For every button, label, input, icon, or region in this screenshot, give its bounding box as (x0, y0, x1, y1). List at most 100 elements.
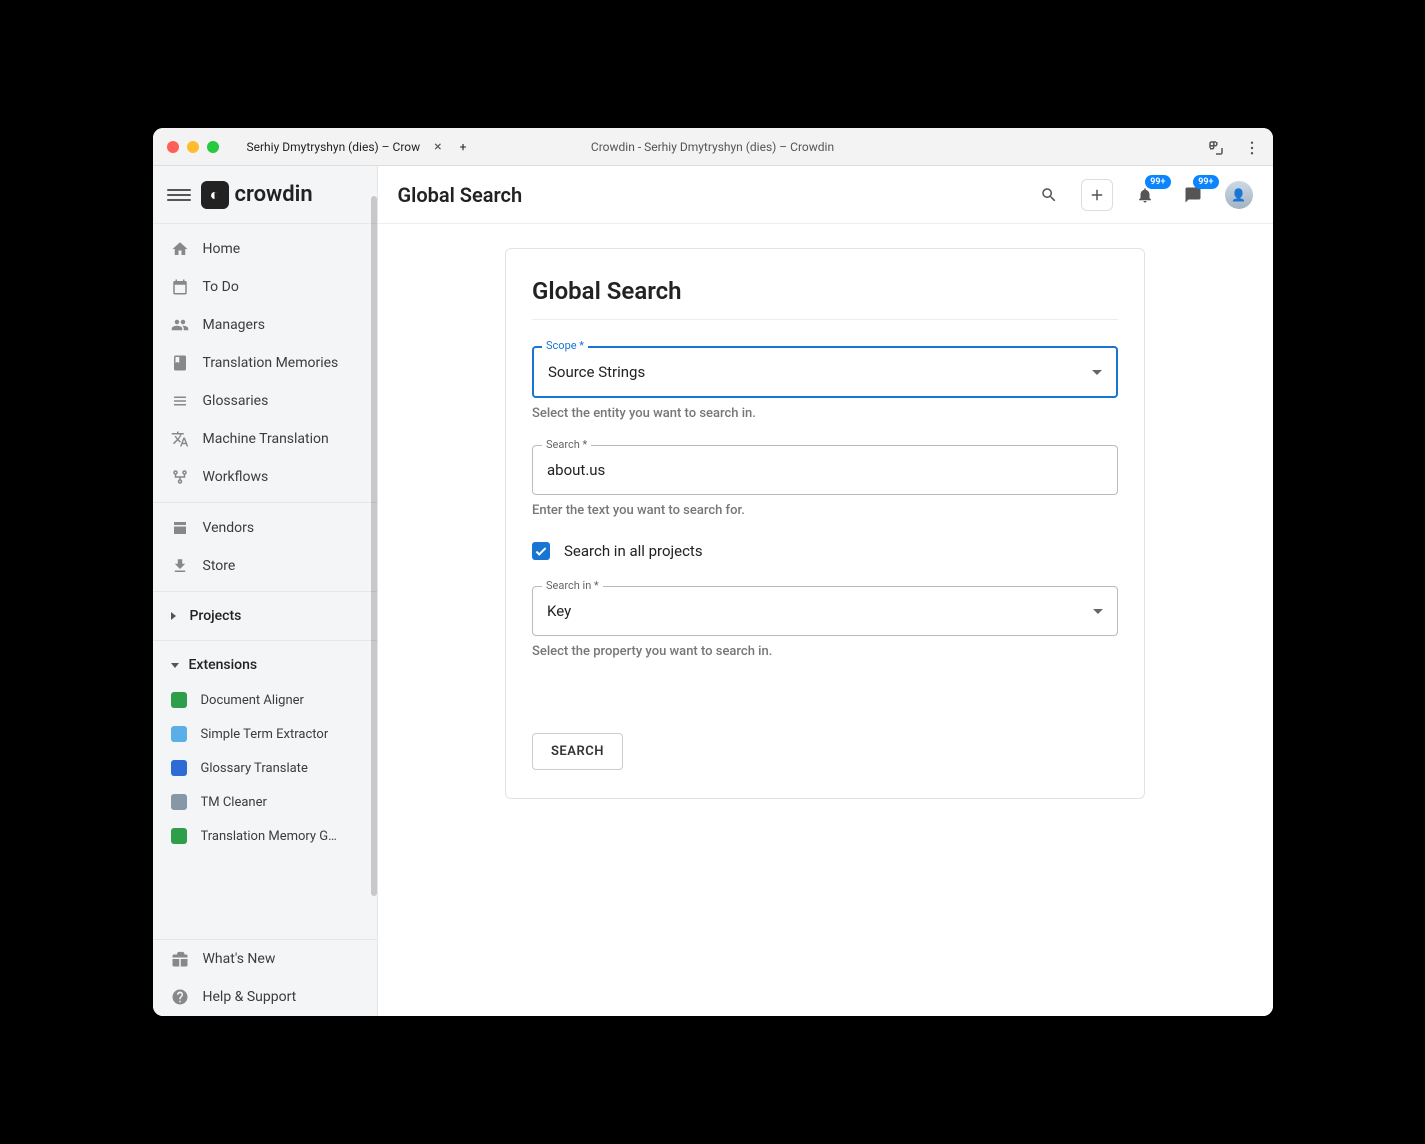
sidebar-footer: What's New Help & Support (153, 939, 377, 1016)
layers-icon (171, 392, 189, 410)
sidebar-item-todo[interactable]: To Do (153, 268, 377, 306)
chevron-down-icon (1092, 370, 1102, 375)
sidebar: ◐ crowdin Home To Do Managers Translatio… (153, 166, 378, 1016)
search-icon (1040, 186, 1058, 204)
sidebar-item-glossaries[interactable]: Glossaries (153, 382, 377, 420)
sidebar-item-managers[interactable]: Managers (153, 306, 377, 344)
download-icon (171, 557, 189, 575)
search-all-projects-row: Search in all projects (532, 542, 1118, 560)
search-all-projects-checkbox[interactable] (532, 542, 550, 560)
translate-icon (171, 430, 189, 448)
searchin-label: Search in * (542, 579, 603, 592)
search-input[interactable] (532, 445, 1118, 495)
search-button[interactable]: SEARCH (532, 733, 623, 770)
sidebar-item-label: Translation Memories (203, 355, 339, 371)
sidebar-item-label: What's New (203, 951, 276, 967)
hamburger-menu-button[interactable] (167, 183, 191, 207)
browser-window: Serhiy Dmytryshyn (dies) – Crow × + Crow… (153, 128, 1273, 1016)
caret-right-icon (171, 612, 180, 620)
sidebar-item-mt[interactable]: Machine Translation (153, 420, 377, 458)
notification-badge: 99+ (1145, 175, 1170, 189)
content: Global Search Scope * Source Strings Sel… (378, 224, 1273, 823)
sidebar-extension-document-aligner[interactable]: Document Aligner (153, 683, 377, 717)
sidebar-item-label: Vendors (203, 520, 255, 536)
sidebar-scrollbar[interactable] (371, 196, 377, 896)
extension-badge-icon (171, 828, 187, 844)
create-button[interactable] (1081, 179, 1113, 211)
app-shell: ◐ crowdin Home To Do Managers Translatio… (153, 166, 1273, 1016)
sidebar-extension-tm-cleaner[interactable]: TM Cleaner (153, 785, 377, 819)
sidebar-extension-glossary-translate[interactable]: Glossary Translate (153, 751, 377, 785)
sidebar-nav: Home To Do Managers Translation Memories… (153, 224, 377, 939)
avatar[interactable]: 👤 (1225, 181, 1253, 209)
searchin-helper: Select the property you want to search i… (532, 644, 1118, 659)
sidebar-section-label: Projects (190, 608, 242, 624)
sidebar-projects-collapse[interactable]: Projects (153, 598, 377, 634)
brand-logo[interactable]: ◐ crowdin (201, 181, 313, 209)
plus-icon: + (460, 140, 467, 154)
brand-name: crowdin (235, 182, 313, 207)
sidebar-header: ◐ crowdin (153, 166, 377, 224)
checkmark-icon (536, 545, 547, 556)
sidebar-extension-tm-generator[interactable]: Translation Memory Ge... (153, 819, 377, 853)
extensions-icon[interactable] (1207, 139, 1223, 155)
close-tab-icon[interactable]: × (434, 139, 441, 155)
plus-icon (1088, 186, 1106, 204)
scope-select[interactable]: Source Strings (532, 346, 1118, 398)
window-controls (167, 141, 219, 153)
close-window-button[interactable] (167, 141, 179, 153)
main-area: Global Search 99+ 99+ 👤 (378, 166, 1273, 1016)
searchin-select[interactable]: Key (532, 586, 1118, 636)
global-search-card: Global Search Scope * Source Strings Sel… (505, 248, 1145, 799)
page-title: Global Search (398, 183, 523, 207)
scope-value: Source Strings (548, 363, 645, 381)
scope-field: Scope * Source Strings (532, 346, 1118, 398)
sidebar-item-label: Home (203, 241, 241, 257)
workflow-icon (171, 468, 189, 486)
extension-badge-icon (171, 726, 187, 742)
sidebar-item-help[interactable]: Help & Support (153, 978, 377, 1016)
sidebar-item-label: To Do (203, 279, 239, 295)
store-icon (171, 519, 189, 537)
extension-label: Simple Term Extractor (201, 727, 329, 742)
search-field: Search * (532, 445, 1118, 495)
extension-label: TM Cleaner (201, 795, 267, 810)
titlebar: Serhiy Dmytryshyn (dies) – Crow × + Crow… (153, 128, 1273, 166)
sidebar-extensions-collapse[interactable]: Extensions (153, 647, 377, 683)
sidebar-separator (153, 591, 377, 592)
sidebar-item-whats-new[interactable]: What's New (153, 940, 377, 978)
sidebar-item-tm[interactable]: Translation Memories (153, 344, 377, 382)
sidebar-item-label: Glossaries (203, 393, 269, 409)
messages-badge: 99+ (1193, 175, 1218, 189)
checkbox-label: Search in all projects (564, 542, 703, 560)
notifications-button[interactable]: 99+ (1129, 179, 1161, 211)
card-title: Global Search (532, 277, 1118, 320)
gift-icon (171, 950, 189, 968)
extension-badge-icon (171, 794, 187, 810)
browser-menu-icon[interactable] (1243, 139, 1259, 155)
sidebar-item-workflows[interactable]: Workflows (153, 458, 377, 496)
sidebar-section-label: Extensions (189, 657, 258, 673)
topbar: Global Search 99+ 99+ 👤 (378, 166, 1273, 224)
minimize-window-button[interactable] (187, 141, 199, 153)
logo-mark-icon: ◐ (201, 181, 229, 209)
maximize-window-button[interactable] (207, 141, 219, 153)
sidebar-item-label: Store (203, 558, 236, 574)
extension-label: Translation Memory Ge... (201, 829, 341, 844)
avatar-icon: 👤 (1231, 188, 1246, 202)
searchin-value: Key (547, 602, 571, 620)
people-icon (171, 316, 189, 334)
sidebar-item-home[interactable]: Home (153, 230, 377, 268)
new-tab-button[interactable]: + (460, 140, 467, 154)
browser-tab[interactable]: Serhiy Dmytryshyn (dies) – Crow × (247, 139, 442, 155)
sidebar-item-label: Managers (203, 317, 265, 333)
extension-badge-icon (171, 760, 187, 776)
sidebar-item-store[interactable]: Store (153, 547, 377, 585)
chevron-down-icon (1093, 609, 1103, 614)
messages-button[interactable]: 99+ (1177, 179, 1209, 211)
sidebar-item-vendors[interactable]: Vendors (153, 509, 377, 547)
extension-label: Glossary Translate (201, 761, 308, 776)
search-button[interactable] (1033, 179, 1065, 211)
sidebar-extension-term-extractor[interactable]: Simple Term Extractor (153, 717, 377, 751)
topbar-actions: 99+ 99+ 👤 (1033, 179, 1253, 211)
